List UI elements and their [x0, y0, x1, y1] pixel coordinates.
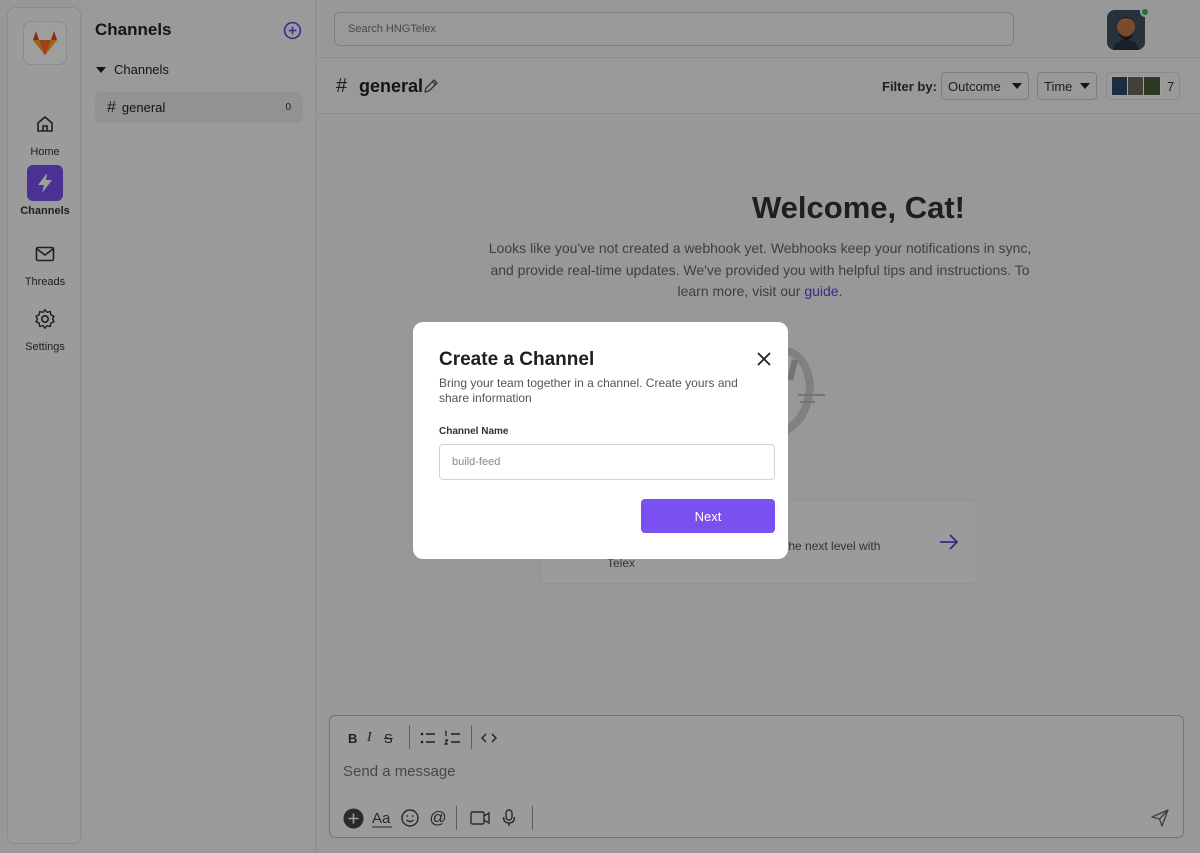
- create-channel-modal: Create a Channel Bring your team togethe…: [413, 322, 788, 559]
- modal-title: Create a Channel: [439, 349, 595, 370]
- modal-subtitle: Bring your team together in a channel. C…: [439, 376, 738, 405]
- app-window: Home Channels Threads Settings Channels: [0, 0, 1200, 853]
- next-button[interactable]: Next: [641, 499, 775, 533]
- channel-name-input[interactable]: [439, 444, 775, 480]
- channel-name-label: Channel Name: [439, 426, 509, 437]
- close-icon[interactable]: [755, 350, 773, 368]
